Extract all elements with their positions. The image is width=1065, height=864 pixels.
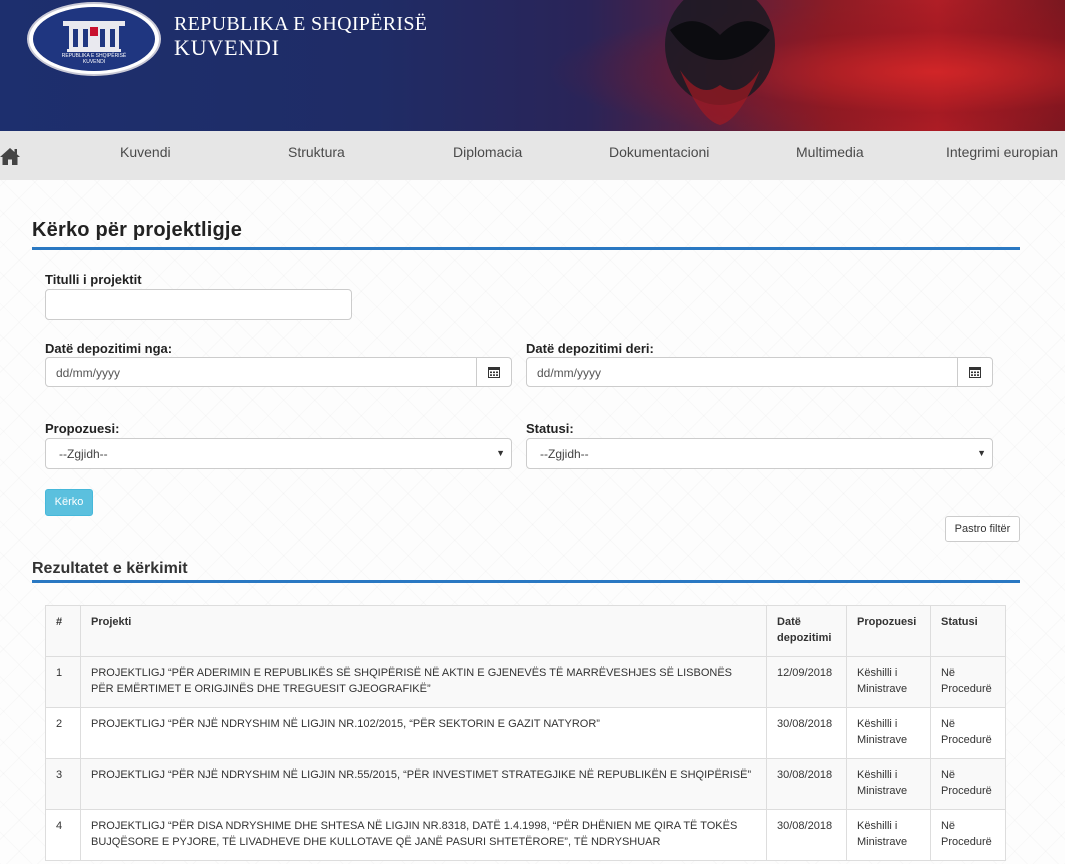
row-status: Në Procedurë: [929, 656, 1007, 708]
nav-item-kuvendi[interactable]: Kuvendi: [120, 144, 171, 160]
proposer-selected-value: --Zgjidh--: [59, 447, 108, 461]
main-nav: Kuvendi Struktura Diplomacia Dokumentaci…: [0, 131, 1065, 180]
status-select[interactable]: --Zgjidh-- ▼: [526, 438, 993, 469]
site-title[interactable]: REPUBLIKA E SHQIPËRISË KUVENDI: [174, 13, 427, 59]
row-status: Në Procedurë: [929, 809, 1007, 861]
nav-item-integrimi-europian[interactable]: Integrimi europian: [946, 144, 1058, 160]
chevron-down-icon: ▼: [977, 448, 986, 458]
date-from-calendar-button[interactable]: [476, 357, 512, 387]
calendar-icon: [488, 367, 500, 378]
status-label: Statusi:: [526, 421, 574, 436]
seal-text-line2: KUVENDI: [82, 59, 106, 65]
row-date: 12/09/2018: [766, 656, 847, 708]
results-title: Rezultatet e kërkimit: [32, 560, 188, 577]
row-proposer: Këshilli i Ministrave: [846, 758, 931, 810]
clear-filter-button[interactable]: Pastro filtër: [945, 516, 1020, 542]
date-to-calendar-button[interactable]: [957, 357, 993, 387]
row-project[interactable]: PROJEKTLIGJ “PËR NJË NDRYSHIM NË LIGJIN …: [79, 758, 768, 810]
column-header-project: Projekti: [79, 605, 768, 657]
table-row[interactable]: 3 PROJEKTLIGJ “PËR NJË NDRYSHIM NË LIGJI…: [45, 758, 1007, 810]
table-header-row: # Projekti Datë depozitimi Propozuesi St…: [45, 605, 1007, 657]
main-content: Kërko për projektligje Titulli i projekt…: [0, 180, 1065, 864]
banner-glow: [545, 0, 1065, 131]
date-to-input[interactable]: dd/mm/yyyy: [526, 357, 958, 387]
row-proposer: Këshilli i Ministrave: [846, 707, 931, 759]
row-date: 30/08/2018: [766, 707, 847, 759]
column-header-proposer: Propozuesi: [846, 605, 931, 657]
row-proposer: Këshilli i Ministrave: [846, 809, 931, 861]
row-date: 30/08/2018: [766, 758, 847, 810]
header-banner: REPUBLIKA E SHQIPËRISË KUVENDI REPUBLIKA…: [0, 0, 1065, 131]
row-number: 1: [45, 656, 81, 708]
flag-eagle-graphic: [665, 0, 775, 125]
row-project[interactable]: PROJEKTLIGJ “PËR DISA NDRYSHIME DHE SHTE…: [79, 809, 768, 861]
title-field-label: Titulli i projektit: [45, 272, 142, 287]
table-row[interactable]: 1 PROJEKTLIGJ “PËR ADERIMIN E REPUBLIKËS…: [45, 656, 1007, 708]
row-date: 30/08/2018: [766, 809, 847, 861]
nav-item-dokumentacioni[interactable]: Dokumentacioni: [609, 144, 709, 160]
row-project[interactable]: PROJEKTLIGJ “PËR NJË NDRYSHIM NË LIGJIN …: [79, 707, 768, 759]
row-number: 2: [45, 707, 81, 759]
row-project[interactable]: PROJEKTLIGJ “PËR ADERIMIN E REPUBLIKËS S…: [79, 656, 768, 708]
results-underline: [32, 580, 1020, 583]
results-table: # Projekti Datë depozitimi Propozuesi St…: [45, 605, 1007, 861]
seal-text: REPUBLIKA E SHQIPËRISË KUVENDI: [33, 53, 155, 65]
nav-item-diplomacia[interactable]: Diplomacia: [453, 144, 522, 160]
status-selected-value: --Zgjidh--: [540, 447, 589, 461]
chevron-down-icon: ▼: [496, 448, 505, 458]
table-row[interactable]: 4 PROJEKTLIGJ “PËR DISA NDRYSHIME DHE SH…: [45, 809, 1007, 861]
parliament-seal-logo[interactable]: REPUBLIKA E SHQIPËRISË KUVENDI: [27, 2, 161, 76]
date-from-label: Datë depozitimi nga:: [45, 341, 173, 356]
date-from-input[interactable]: dd/mm/yyyy: [45, 357, 477, 387]
row-proposer: Këshilli i Ministrave: [846, 656, 931, 708]
seal-inner: REPUBLIKA E SHQIPËRISË KUVENDI: [33, 7, 155, 71]
row-number: 3: [45, 758, 81, 810]
column-header-number: #: [45, 605, 81, 657]
title-underline: [32, 247, 1020, 250]
nav-item-struktura[interactable]: Struktura: [288, 144, 345, 160]
column-header-date: Datë depozitimi: [766, 605, 847, 657]
proposer-label: Propozuesi:: [45, 421, 120, 436]
row-number: 4: [45, 809, 81, 861]
project-title-input[interactable]: [45, 289, 352, 320]
search-button[interactable]: Kërko: [45, 489, 93, 516]
date-to-label: Datë depozitimi deri:: [526, 341, 654, 356]
site-title-line1: REPUBLIKA E SHQIPËRISË: [174, 13, 428, 35]
calendar-icon: [969, 367, 981, 378]
row-status: Në Procedurë: [929, 707, 1007, 759]
home-icon[interactable]: [0, 146, 20, 166]
site-title-line2: KUVENDI: [174, 35, 280, 60]
proposer-select[interactable]: --Zgjidh-- ▼: [45, 438, 512, 469]
table-row[interactable]: 2 PROJEKTLIGJ “PËR NJË NDRYSHIM NË LIGJI…: [45, 707, 1007, 759]
row-status: Në Procedurë: [929, 758, 1007, 810]
page-title: Kërko për projektligje: [32, 219, 243, 241]
nav-item-multimedia[interactable]: Multimedia: [796, 144, 864, 160]
column-header-status: Statusi: [929, 605, 1007, 657]
